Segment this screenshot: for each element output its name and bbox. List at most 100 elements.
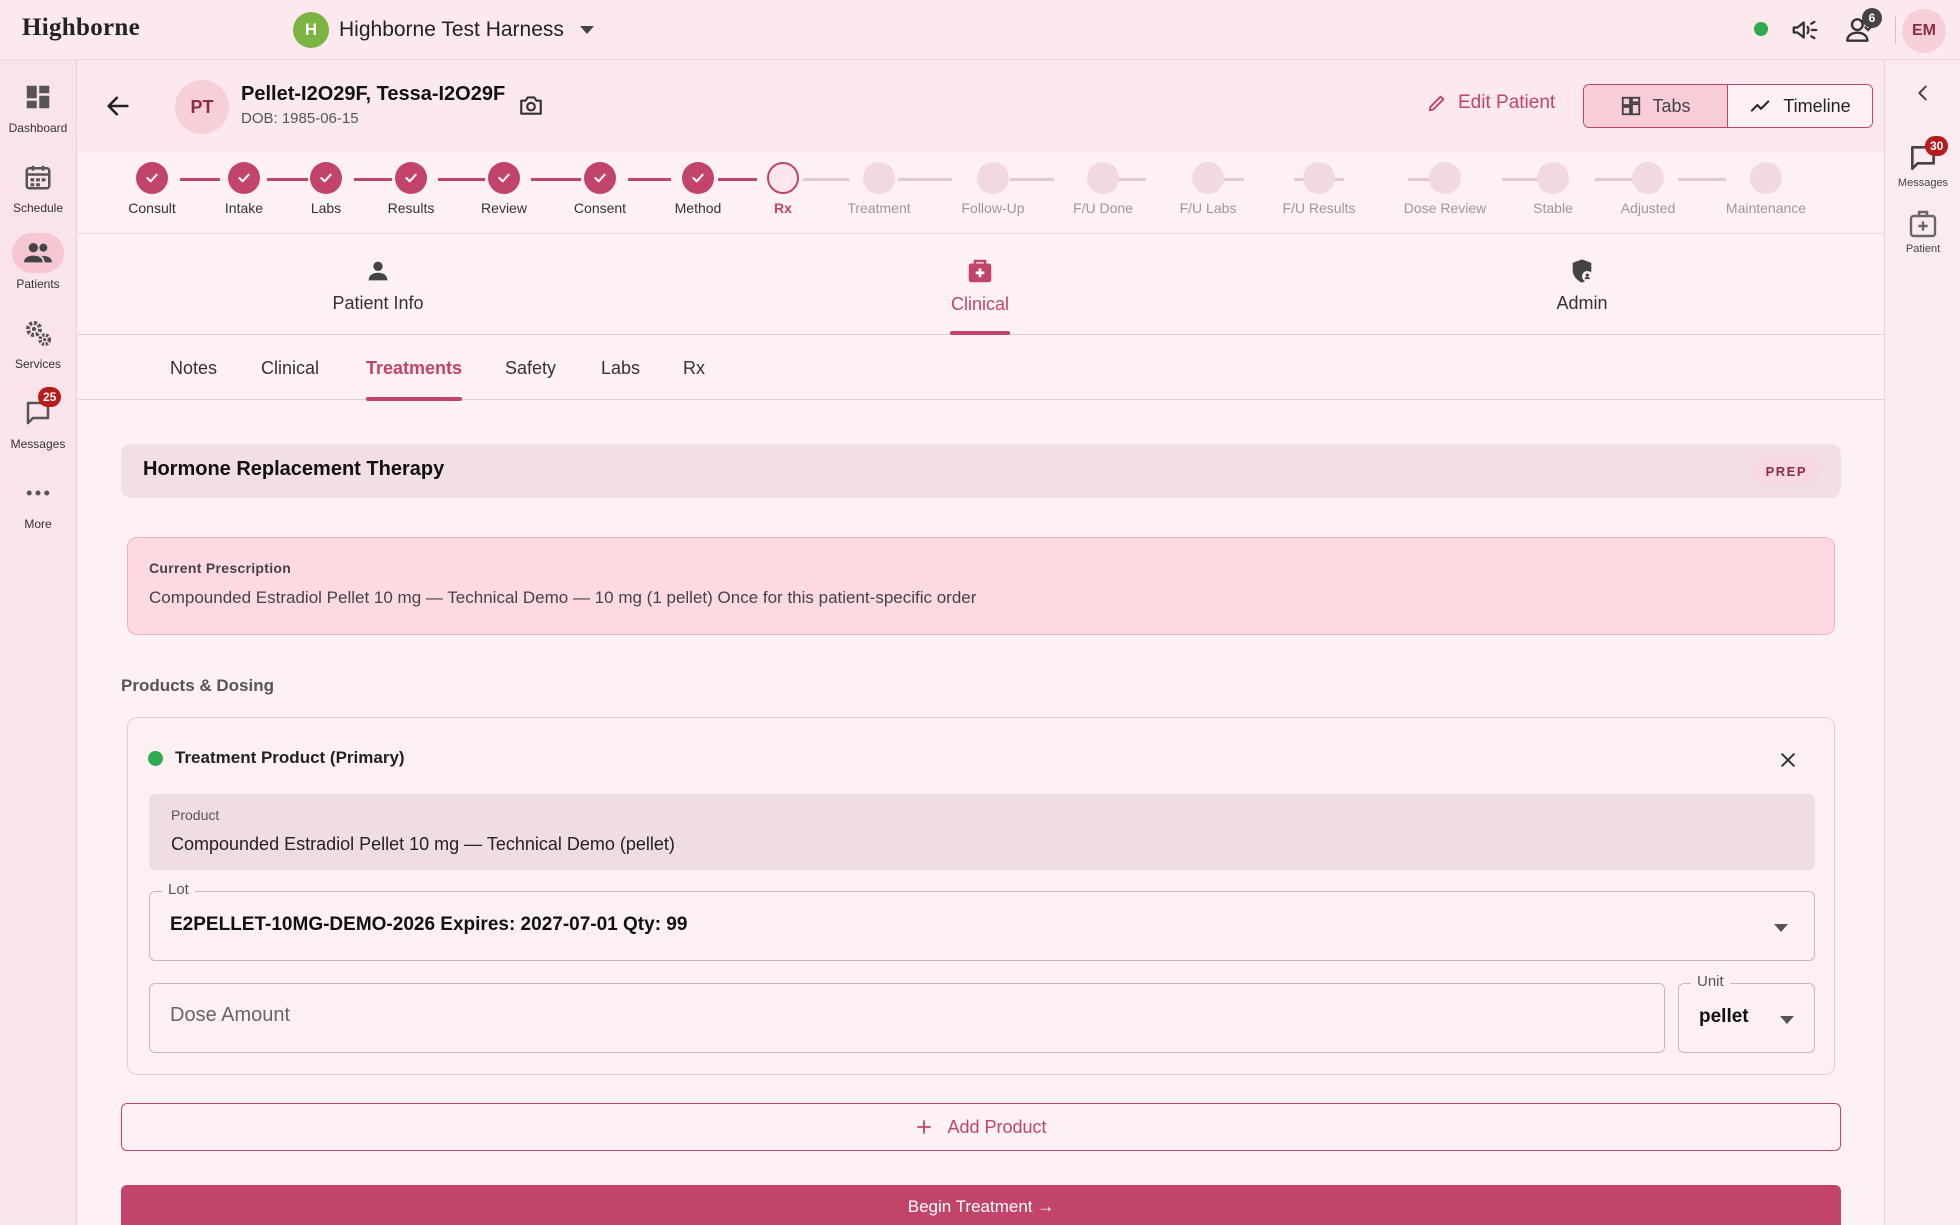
unit-label: Unit [1691,973,1730,990]
check-icon [594,173,606,183]
tab-label: Patient Info [332,292,424,313]
current-prescription-card: Current Prescription Compounded Estradio… [127,537,1835,635]
rail-messages-badge: 30 [1925,136,1949,156]
subtab-labs[interactable]: Labs [601,336,640,400]
org-avatar: H [293,12,329,48]
nav-label: Messages [10,437,66,451]
edit-patient-button[interactable]: Edit Patient [1426,92,1555,114]
rail-messages[interactable]: 30 Messages [1885,136,1960,189]
dose-amount-input[interactable]: Dose Amount [149,983,1665,1053]
calendar-icon [25,165,51,190]
nav-patients[interactable]: Patients [0,233,76,291]
tab-label: Clinical [950,293,1010,314]
tab-patient-info[interactable]: Patient Info [278,235,478,335]
dashboard-icon [26,85,50,109]
subtab-label: Safety [505,357,557,378]
photo-button[interactable] [516,90,546,120]
nav-more[interactable]: More [0,473,76,531]
sub-tabs: Notes Clinical Treatments Safety Labs Rx [78,336,1884,401]
nav-services[interactable]: Services [0,313,76,371]
tab-admin[interactable]: Admin [1482,235,1682,335]
subtab-label: Clinical [261,357,320,378]
step-label: Consent [573,200,627,216]
step-fu-done[interactable]: F/U Done [1048,162,1158,216]
subtab-treatments[interactable]: Treatments [366,336,463,401]
unit-select[interactable]: Unit pellet [1678,973,1815,1053]
subtab-clinical[interactable]: Clinical [261,336,319,400]
nav-label: More [24,517,52,531]
timeline-view-button[interactable]: Timeline [1728,85,1872,127]
org-switcher[interactable]: H Highborne Test Harness [293,12,594,48]
dropdown-arrow-icon [1774,924,1788,932]
right-rail: 30 Messages Patient [1884,60,1960,1225]
product-value: Compounded Estradiol Pellet 10 mg — Tech… [171,834,675,854]
step-label: Consult [128,200,176,216]
patient-name: Pellet-I2O29F, Tessa-I2O29F [241,83,506,105]
step-label: Intake [224,200,264,216]
subtab-label: Notes [170,357,218,378]
prescription-label: Current Prescription [149,560,292,576]
brand-logo[interactable]: Highborne [22,14,140,42]
begin-treatment-button[interactable]: Begin Treatment → [121,1185,1841,1225]
remove-product-button[interactable] [1774,746,1802,774]
workflow-stepper: Consult Intake Labs Results Review Conse… [78,152,1884,234]
step-adjusted[interactable]: Adjusted [1593,162,1703,216]
step-maintenance[interactable]: Maintenance [1711,162,1821,216]
rail-patient[interactable]: Patient [1885,208,1960,255]
step-label: Treatment [847,200,911,216]
subtab-rx[interactable]: Rx [683,336,705,400]
divider [1895,16,1896,44]
step-treatment[interactable]: Treatment [824,162,934,216]
step-follow-up[interactable]: Follow-Up [938,162,1048,216]
online-status-icon [1754,22,1768,36]
check-icon [498,173,510,183]
lot-value: E2PELLET-10MG-DEMO-2026 Expires: 2027-07… [170,914,688,935]
step-label: Rx [774,200,792,216]
active-subtab-indicator [366,397,463,401]
lot-select[interactable]: Lot E2PELLET-10MG-DEMO-2026 Expires: 202… [149,881,1815,961]
tab-clinical[interactable]: Clinical [880,235,1080,335]
announcements-button[interactable] [1787,12,1823,48]
unit-value: pellet [1699,1006,1749,1027]
user-requests-button[interactable]: 6 [1842,8,1882,48]
dropdown-arrow-icon [1780,1016,1794,1024]
nav-schedule[interactable]: Schedule [0,157,76,215]
step-label: Follow-Up [961,200,1025,216]
pencil-icon [1428,95,1445,112]
patient-dob: DOB: 1985-06-15 [241,110,359,127]
step-consent[interactable]: Consent [545,162,655,216]
user-avatar[interactable]: EM [1902,9,1946,53]
step-dose-review[interactable]: Dose Review [1390,162,1500,216]
step-fu-labs[interactable]: F/U Labs [1153,162,1263,216]
tabs-view-button[interactable]: Tabs [1584,85,1728,127]
back-button[interactable] [100,88,136,124]
product-title-row: Treatment Product (Primary) [148,748,405,768]
check-icon [405,173,417,183]
add-product-label: Add Product [947,1116,1047,1137]
nav-dashboard[interactable]: Dashboard [0,77,76,135]
step-label: Stable [1533,200,1573,216]
product-label: Product [171,807,220,823]
product-field: Product Compounded Estradiol Pellet 10 m… [149,794,1815,870]
nav-label: Schedule [12,201,64,215]
step-label: Method [674,200,722,216]
collapse-rail-button[interactable] [1885,82,1960,104]
edit-patient-label: Edit Patient [1458,92,1556,113]
lot-label: Lot [162,881,195,898]
active-status-icon [148,750,163,766]
step-label: Results [387,200,435,216]
step-fu-results[interactable]: F/U Results [1264,162,1374,216]
step-stable[interactable]: Stable [1498,162,1608,216]
trend-line-icon [1751,100,1770,112]
step-label: Labs [310,200,342,216]
subtab-safety[interactable]: Safety [505,336,556,400]
subtab-notes[interactable]: Notes [170,336,217,400]
nav-messages[interactable]: 25 Messages [0,387,76,451]
rail-label: Patient [1905,243,1941,255]
add-product-button[interactable]: Add Product [121,1103,1841,1151]
step-rx[interactable]: Rx [728,162,838,216]
left-nav: Dashboard Schedule Patients Services 25 … [0,60,77,1225]
check-icon [238,173,250,183]
plus-icon [917,1120,932,1134]
step-review[interactable]: Review [449,162,559,216]
